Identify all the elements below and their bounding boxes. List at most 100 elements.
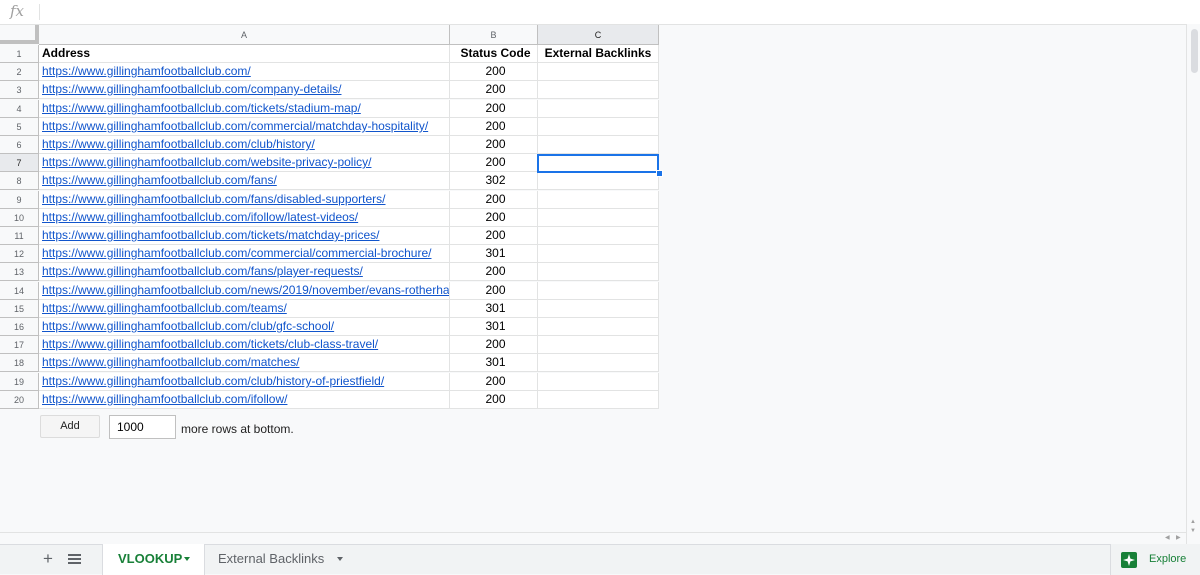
chevron-down-icon[interactable] xyxy=(184,557,190,561)
cell-external-backlinks[interactable] xyxy=(538,336,659,354)
row-header[interactable]: 17 xyxy=(0,336,39,354)
cell-external-backlinks[interactable] xyxy=(538,263,659,281)
row-header[interactable]: 14 xyxy=(0,282,39,300)
row-header[interactable]: 2 xyxy=(0,63,39,81)
cell-address[interactable]: https://www.gillinghamfootballclub.com/n… xyxy=(39,282,450,300)
scroll-down-icon[interactable]: ▼ xyxy=(1190,528,1196,534)
row-header[interactable]: 10 xyxy=(0,209,39,227)
column-header-a[interactable]: A xyxy=(39,25,450,45)
row-header[interactable]: 19 xyxy=(0,373,39,391)
cell-address[interactable]: https://www.gillinghamfootballclub.com/m… xyxy=(39,354,450,372)
cell-external-backlinks[interactable] xyxy=(538,118,659,136)
add-rows-button[interactable]: Add xyxy=(40,415,100,438)
row-header[interactable]: 8 xyxy=(0,172,39,190)
cell-external-backlinks[interactable] xyxy=(538,282,659,300)
cell-external-backlinks[interactable] xyxy=(538,318,659,336)
rows-count-input[interactable]: 1000 xyxy=(109,415,176,439)
cell-status-code[interactable]: 200 xyxy=(450,118,538,136)
row-header[interactable]: 18 xyxy=(0,354,39,372)
cell-external-backlinks[interactable] xyxy=(538,209,659,227)
cell-address[interactable]: https://www.gillinghamfootballclub.com/f… xyxy=(39,263,450,281)
row-header[interactable]: 16 xyxy=(0,318,39,336)
formula-input[interactable] xyxy=(40,0,1190,24)
cell-external-backlinks[interactable] xyxy=(538,136,659,154)
row-header[interactable]: 15 xyxy=(0,300,39,318)
cell-address[interactable]: https://www.gillinghamfootballclub.com/t… xyxy=(39,336,450,354)
row-header[interactable]: 7 xyxy=(0,154,39,172)
cell-status-code[interactable]: 200 xyxy=(450,263,538,281)
cell-backlinks-header[interactable]: External Backlinks xyxy=(538,45,659,63)
tab-external-backlinks[interactable]: External Backlinks xyxy=(205,544,355,575)
cell-external-backlinks[interactable] xyxy=(538,354,659,372)
chevron-down-icon[interactable] xyxy=(337,557,343,561)
cell-status-code[interactable]: 200 xyxy=(450,209,538,227)
cell-address[interactable]: https://www.gillinghamfootballclub.com/w… xyxy=(39,154,450,172)
cell-status-code-header[interactable]: Status Code xyxy=(450,45,538,63)
cell-address-header[interactable]: Address xyxy=(39,45,450,63)
cell-address[interactable]: https://www.gillinghamfootballclub.com/c… xyxy=(39,318,450,336)
cell-address[interactable]: https://www.gillinghamfootballclub.com/c… xyxy=(39,136,450,154)
cell-status-code[interactable]: 200 xyxy=(450,136,538,154)
row-header[interactable]: 3 xyxy=(0,81,39,99)
row-header[interactable]: 9 xyxy=(0,191,39,209)
cell-external-backlinks[interactable] xyxy=(538,227,659,245)
cell-status-code[interactable]: 301 xyxy=(450,300,538,318)
cell-status-code[interactable]: 200 xyxy=(450,391,538,409)
cell-external-backlinks[interactable] xyxy=(538,81,659,99)
cell-address[interactable]: https://www.gillinghamfootballclub.com/f… xyxy=(39,191,450,209)
cell-external-backlinks[interactable] xyxy=(538,154,659,172)
select-all-corner[interactable] xyxy=(0,25,39,44)
cell-status-code[interactable]: 301 xyxy=(450,318,538,336)
cell-status-code[interactable]: 200 xyxy=(450,154,538,172)
cell-address[interactable]: https://www.gillinghamfootballclub.com/t… xyxy=(39,300,450,318)
cell-address[interactable]: https://www.gillinghamfootballclub.com/f… xyxy=(39,172,450,190)
row-header[interactable]: 4 xyxy=(0,100,39,118)
all-sheets-icon[interactable] xyxy=(68,554,81,565)
cell-address[interactable]: https://www.gillinghamfootballclub.com/t… xyxy=(39,227,450,245)
row-header[interactable]: 1 xyxy=(0,45,39,63)
column-header-c[interactable]: C xyxy=(538,25,659,45)
cell-external-backlinks[interactable] xyxy=(538,373,659,391)
explore-button[interactable]: Explore xyxy=(1110,544,1200,575)
cell-status-code[interactable]: 302 xyxy=(450,172,538,190)
row-header[interactable]: 20 xyxy=(0,391,39,409)
cell-address[interactable]: https://www.gillinghamfootballclub.com/i… xyxy=(39,209,450,227)
cell-status-code[interactable]: 200 xyxy=(450,191,538,209)
add-sheet-icon[interactable]: + xyxy=(40,549,56,569)
cell-external-backlinks[interactable] xyxy=(538,172,659,190)
cell-address[interactable]: https://www.gillinghamfootballclub.com/i… xyxy=(39,391,450,409)
cell-status-code[interactable]: 301 xyxy=(450,354,538,372)
scroll-right-icon[interactable]: ▶ xyxy=(1176,535,1181,541)
cell-address[interactable]: https://www.gillinghamfootballclub.com/c… xyxy=(39,81,450,99)
scroll-up-icon[interactable]: ▲ xyxy=(1190,519,1196,525)
tab-vlookup[interactable]: VLOOKUP xyxy=(102,544,205,575)
column-header-b[interactable]: B xyxy=(450,25,538,45)
cell-status-code[interactable]: 301 xyxy=(450,245,538,263)
cell-status-code[interactable]: 200 xyxy=(450,227,538,245)
row-header[interactable]: 11 xyxy=(0,227,39,245)
cell-status-code[interactable]: 200 xyxy=(450,81,538,99)
cell-external-backlinks[interactable] xyxy=(538,100,659,118)
row-header[interactable]: 5 xyxy=(0,118,39,136)
cell-address[interactable]: https://www.gillinghamfootballclub.com/ xyxy=(39,63,450,81)
cell-address[interactable]: https://www.gillinghamfootballclub.com/t… xyxy=(39,100,450,118)
cell-status-code[interactable]: 200 xyxy=(450,373,538,391)
vertical-scrollbar[interactable] xyxy=(1186,24,1200,544)
cell-external-backlinks[interactable] xyxy=(538,300,659,318)
cell-status-code[interactable]: 200 xyxy=(450,282,538,300)
fill-handle[interactable] xyxy=(656,170,663,177)
cell-external-backlinks[interactable] xyxy=(538,391,659,409)
row-header[interactable]: 6 xyxy=(0,136,39,154)
cell-status-code[interactable]: 200 xyxy=(450,336,538,354)
row-header[interactable]: 13 xyxy=(0,263,39,281)
cell-status-code[interactable]: 200 xyxy=(450,63,538,81)
vertical-scroll-thumb[interactable] xyxy=(1191,29,1198,73)
cell-external-backlinks[interactable] xyxy=(538,63,659,81)
cell-status-code[interactable]: 200 xyxy=(450,100,538,118)
cell-address[interactable]: https://www.gillinghamfootballclub.com/c… xyxy=(39,245,450,263)
cell-external-backlinks[interactable] xyxy=(538,191,659,209)
cell-address[interactable]: https://www.gillinghamfootballclub.com/c… xyxy=(39,118,450,136)
cell-external-backlinks[interactable] xyxy=(538,245,659,263)
scroll-left-icon[interactable]: ◀ xyxy=(1165,535,1170,541)
row-header[interactable]: 12 xyxy=(0,245,39,263)
